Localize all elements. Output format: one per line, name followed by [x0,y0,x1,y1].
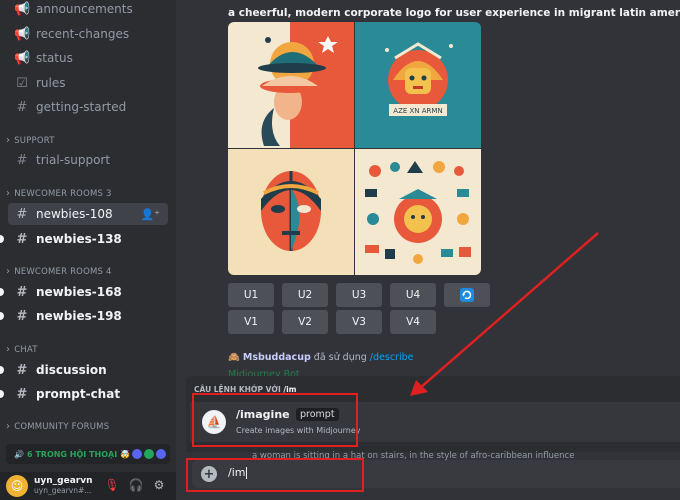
upscale-2-button[interactable]: U2 [282,283,328,307]
channel-label: rules [36,76,66,90]
category-newcomer-rooms-3[interactable]: NEWCOMER ROOMS 3 [6,188,112,199]
hash-icon: # [16,362,28,378]
channel-discussion[interactable]: # discussion [8,359,168,381]
channel-label: newbies-108 [36,207,113,221]
image-quadrant-3[interactable] [228,149,354,275]
category-community-forums[interactable]: COMMUNITY FORUMS [6,421,109,432]
unread-indicator [0,390,4,398]
channel-label: announcements [36,2,133,16]
hash-icon: # [16,152,28,168]
image-quadrant-2[interactable]: AZE XN ARMN [355,22,481,148]
reply-reference[interactable]: 🙈 Msbuddacup đã sử dụng /describe [228,352,413,363]
reply-command[interactable]: /describe [370,352,414,363]
add-member-icon[interactable]: 👤⁺ [140,208,160,221]
channel-recent-changes[interactable]: 📢 recent-changes [8,23,168,45]
hash-icon: # [16,284,28,300]
headphones-icon[interactable]: 🎧 [128,478,144,494]
channel-label: status [36,51,73,65]
reroll-icon [460,288,474,302]
unread-indicator [0,366,4,374]
variation-2-button[interactable]: V2 [282,310,328,334]
voice-status-text: 6 TRONG HỘI THOẠI [26,449,118,459]
channel-status[interactable]: 📢 status [8,47,168,69]
channel-newbies-168[interactable]: # newbies-168 [8,281,168,303]
gear-icon[interactable]: ⚙ [151,478,167,494]
channel-prompt-chat[interactable]: # prompt-chat [8,383,168,405]
category-chat[interactable]: CHAT [6,344,38,355]
mute-mic-icon[interactable]: 🎙 [104,478,120,494]
variation-button-row: V1 V2 V3 V4 [228,310,436,334]
voice-activity-banner[interactable]: 🔊 6 TRONG HỘI THOẠI 🤯 [6,444,170,464]
category-support[interactable]: SUPPORT [6,135,55,146]
channel-label: discussion [36,363,107,377]
checkbox-icon: ☑ [16,75,28,91]
user-avatar[interactable]: ☺ [6,475,28,497]
category-newcomer-rooms-4[interactable]: NEWCOMER ROOMS 4 [6,266,112,277]
channel-label: trial-support [36,153,111,167]
logo-text: AZE XN ARMN [393,107,442,115]
reply-username[interactable]: Msbuddacup [243,352,311,363]
speaker-icon: 🔊 [14,449,24,459]
upscale-1-button[interactable]: U1 [228,283,274,307]
unread-indicator [0,312,4,320]
avatar [144,449,155,459]
highlight-box-command [192,393,358,447]
upscale-button-row: U1 U2 U3 U4 [228,283,490,307]
hash-icon: # [16,231,28,247]
channel-label: newbies-198 [36,309,122,323]
reply-avatar-icon: 🙈 [228,352,240,363]
channel-label: getting-started [36,100,127,114]
channel-sidebar: 📢 announcements 📢 recent-changes 📢 status ☑… [0,0,176,500]
hash-icon: # [16,386,28,402]
user-tag: uyn_gearvn#... [34,486,92,495]
channel-label: newbies-138 [36,232,122,246]
user-name: uyn_gearvn [34,476,93,486]
image-quadrant-4[interactable] [355,149,481,275]
channel-label: prompt-chat [36,387,121,401]
hash-icon: # [16,206,28,222]
variation-4-button[interactable]: V4 [390,310,436,334]
hash-icon: # [16,99,28,115]
avatar [132,449,143,459]
megaphone-icon: 📢 [14,26,31,42]
channel-label: recent-changes [36,27,130,41]
unread-indicator [0,235,4,243]
channel-newbies-198[interactable]: # newbies-198 [8,305,168,327]
reroll-button[interactable] [444,283,490,307]
megaphone-icon: 📢 [14,1,31,17]
upscale-3-button[interactable]: U3 [336,283,382,307]
channel-getting-started[interactable]: # getting-started [8,96,168,118]
generated-image-grid[interactable]: AZE XN ARMN [228,22,481,275]
channel-newbies-108[interactable]: # newbies-108 👤⁺ [8,203,168,225]
variation-3-button[interactable]: V3 [336,310,382,334]
variation-1-button[interactable]: V1 [228,310,274,334]
channel-announcements[interactable]: 📢 announcements [8,0,168,20]
channel-label: newbies-168 [36,285,122,299]
hash-icon: # [16,308,28,324]
reply-action: đã sử dụng [313,352,367,363]
megaphone-icon: 📢 [14,50,31,66]
channel-trial-support[interactable]: # trial-support [8,149,168,171]
user-panel: ☺ uyn_gearvn uyn_gearvn#... 🎙 🎧 ⚙ [0,472,176,500]
channel-rules[interactable]: ☑ rules [8,72,168,94]
message-prompt-text: a cheerful, modern corporate logo for us… [228,7,680,19]
unread-indicator [0,288,4,296]
avatar [156,449,167,459]
highlight-box-input [186,458,364,492]
upscale-4-button[interactable]: U4 [390,283,436,307]
image-quadrant-1[interactable] [228,22,354,148]
channel-newbies-138[interactable]: # newbies-138 [8,228,168,250]
emoji-icon: 🤯 [120,449,131,459]
